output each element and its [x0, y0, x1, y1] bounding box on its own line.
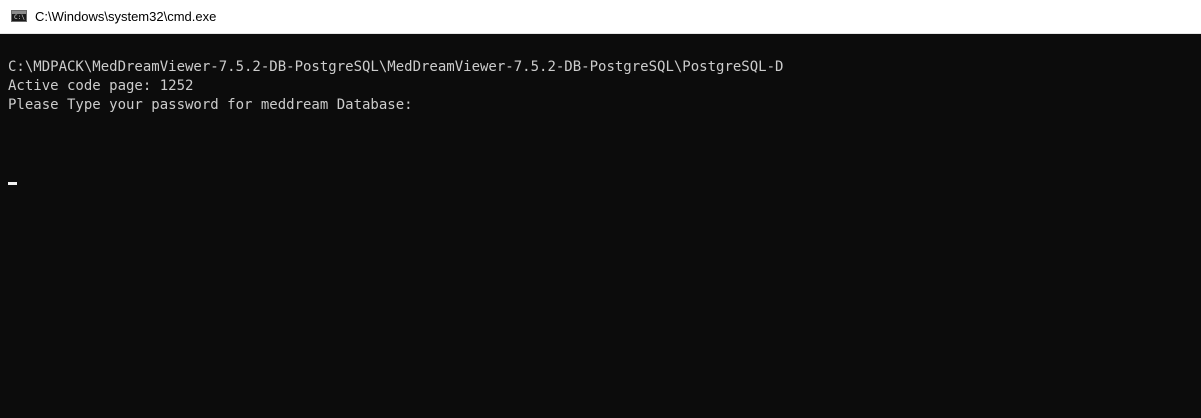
- console-line-password-prompt: Please Type your password for meddream D…: [8, 97, 413, 113]
- console-line-codepage: Active code page: 1252: [8, 78, 194, 94]
- cmd-icon-glyph: C:\: [14, 14, 25, 21]
- console-area[interactable]: C:\MDPACK\MedDreamViewer-7.5.2-DB-Postgr…: [0, 34, 1201, 418]
- console-output: C:\MDPACK\MedDreamViewer-7.5.2-DB-Postgr…: [8, 58, 1201, 115]
- text-cursor[interactable]: [8, 182, 17, 185]
- cmd-icon[interactable]: C:\: [11, 10, 27, 22]
- console-line-path: C:\MDPACK\MedDreamViewer-7.5.2-DB-Postgr…: [8, 59, 784, 75]
- window-title: C:\Windows\system32\cmd.exe: [35, 9, 217, 24]
- cmd-window: C:\ C:\Windows\system32\cmd.exe C:\MDPAC…: [0, 0, 1201, 418]
- title-bar[interactable]: C:\ C:\Windows\system32\cmd.exe: [0, 0, 1201, 34]
